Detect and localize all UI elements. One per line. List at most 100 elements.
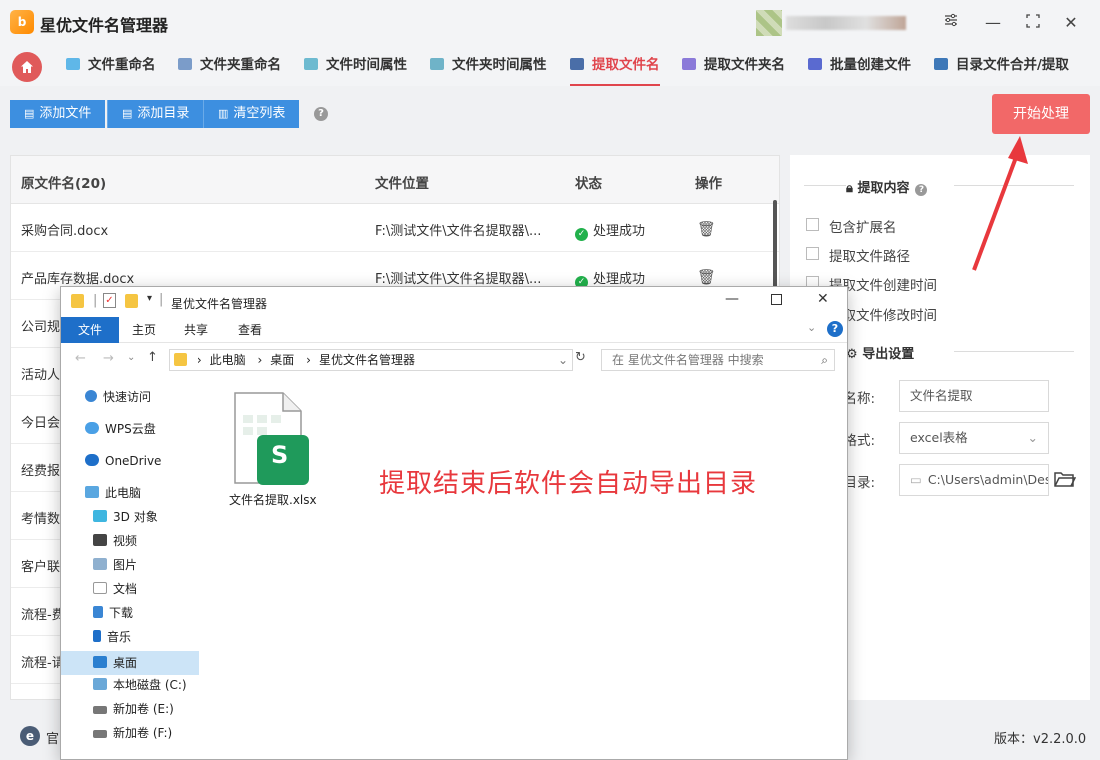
- nav-volume-e[interactable]: 新加卷 (E:): [93, 697, 174, 721]
- tab-batch-create[interactable]: 批量创建文件: [808, 46, 911, 86]
- new-folder-icon[interactable]: [125, 294, 138, 308]
- tab-extract-foldername[interactable]: 提取文件夹名: [682, 46, 785, 86]
- spreadsheet-badge: S: [271, 441, 289, 469]
- explorer-title: 星优文件名管理器: [171, 297, 268, 311]
- cloud-icon: [85, 422, 99, 434]
- nav-quick-access[interactable]: 快速访问: [85, 385, 151, 409]
- batch-create-icon: [808, 58, 822, 70]
- nav-local-disk-c[interactable]: 本地磁盘 (C:): [93, 673, 187, 697]
- search-icon: ⌕: [821, 353, 828, 367]
- close-button[interactable]: ✕: [1058, 10, 1084, 36]
- tab-bar: 文件重命名 文件夹重命名 文件时间属性 文件夹时间属性 提取文件名 提取文件夹名…: [0, 46, 1100, 86]
- browse-folder-icon[interactable]: [1054, 469, 1077, 493]
- header-filename: 原文件名(20): [21, 176, 107, 192]
- website-label[interactable]: 官: [46, 728, 59, 747]
- user-avatar[interactable]: [756, 10, 782, 36]
- drive-icon: [93, 706, 107, 714]
- explorer-maximize-button[interactable]: [771, 294, 782, 305]
- nav-3d-objects[interactable]: 3D 对象: [93, 505, 158, 529]
- table-row[interactable]: 采购合同.docx F:\测试文件\文件名提取器\... ✓ 处理成功 🗑: [11, 204, 779, 252]
- extract-content-title: 🔒︎ 提取内容?: [846, 177, 928, 196]
- add-file-button[interactable]: ▤ 添加文件: [10, 100, 106, 128]
- cell-status: ✓ 处理成功: [575, 220, 645, 241]
- header-status: 状态: [575, 176, 602, 192]
- properties-icon[interactable]: ✓: [103, 293, 116, 308]
- annotation-text: 提取结束后软件会自动导出目录: [379, 469, 758, 499]
- folder-rename-icon: [178, 58, 192, 70]
- cell-filename: 客户联: [21, 560, 61, 575]
- cell-filename: 流程-请: [21, 656, 65, 671]
- help-icon[interactable]: ?: [915, 184, 928, 196]
- cell-filename: 今日会: [21, 416, 61, 431]
- start-process-button[interactable]: 开始处理: [992, 94, 1090, 134]
- settings-sliders-icon[interactable]: [938, 10, 964, 36]
- delete-row-icon[interactable]: 🗑: [697, 220, 716, 238]
- tab-folder-rename[interactable]: 文件夹重命名: [178, 46, 281, 86]
- cell-filename: 流程-费: [21, 608, 65, 623]
- divider: [954, 351, 1074, 352]
- export-format-select[interactable]: excel表格 ⌄: [899, 422, 1049, 454]
- ribbon-tab-view[interactable]: 查看: [229, 317, 271, 343]
- version-label: 版本：v2.2.0.0: [994, 732, 1087, 747]
- ribbon-tab-file[interactable]: 文件: [61, 317, 119, 343]
- folder-outline-icon: ▭: [910, 472, 922, 487]
- extract-path-checkbox[interactable]: [806, 247, 819, 260]
- ribbon-tabs: 文件 主页 共享 查看 ⌄ ?: [61, 317, 847, 343]
- header-action: 操作: [695, 176, 722, 192]
- tab-extract-filename[interactable]: 提取文件名: [570, 46, 660, 86]
- tab-dir-merge[interactable]: 目录文件合并/提取: [934, 46, 1069, 86]
- help-icon[interactable]: ?: [827, 321, 843, 337]
- explorer-close-button[interactable]: ✕: [817, 291, 829, 307]
- website-icon[interactable]: e: [20, 726, 40, 746]
- nav-volume-f[interactable]: 新加卷 (F:): [93, 721, 172, 745]
- expand-ribbon-icon[interactable]: ⌄: [807, 321, 816, 334]
- up-arrow-icon[interactable]: ↑: [147, 350, 158, 365]
- help-icon[interactable]: ?: [314, 107, 328, 121]
- tab-file-time[interactable]: 文件时间属性: [304, 46, 407, 86]
- explorer-minimize-button[interactable]: —: [725, 291, 739, 307]
- search-input[interactable]: 在 星优文件名管理器 中搜索 ⌕: [601, 349, 835, 371]
- home-button[interactable]: [12, 52, 42, 82]
- lock-icon: 🔒︎: [846, 181, 853, 196]
- clear-list-button[interactable]: ▥ 清空列表: [203, 100, 300, 128]
- cell-location: F:\测试文件\文件名提取器\...: [375, 224, 542, 239]
- export-name-input[interactable]: 文件名提取: [899, 380, 1049, 412]
- xlsx-file-icon[interactable]: S: [233, 391, 313, 487]
- export-dir-input[interactable]: ▭ C:\Users\admin\Des: [899, 464, 1049, 496]
- chevron-down-icon[interactable]: ⌄: [558, 350, 568, 370]
- nav-music[interactable]: 音乐: [93, 625, 131, 649]
- nav-this-pc[interactable]: 此电脑: [85, 481, 141, 505]
- folder-time-icon: [430, 58, 444, 70]
- nav-onedrive[interactable]: OneDrive: [85, 449, 161, 473]
- add-dir-button[interactable]: ▤ 添加目录: [107, 100, 204, 128]
- file-name[interactable]: 文件名提取.xlsx: [229, 491, 317, 508]
- file-time-icon: [304, 58, 318, 70]
- ribbon-tab-share[interactable]: 共享: [175, 317, 217, 343]
- extract-filename-icon: [570, 58, 584, 70]
- nav-downloads[interactable]: 下载: [93, 601, 133, 625]
- folder-icon: [174, 353, 187, 366]
- home-icon: [21, 61, 33, 73]
- delete-row-icon[interactable]: 🗑: [697, 268, 716, 286]
- ribbon-tab-home[interactable]: 主页: [123, 317, 165, 343]
- picture-icon: [93, 558, 107, 570]
- export-settings-title: ⚙ 导出设置: [846, 347, 915, 362]
- nav-pictures[interactable]: 图片: [93, 553, 137, 577]
- nav-documents[interactable]: 文档: [93, 577, 137, 601]
- include-extension-checkbox[interactable]: [806, 218, 819, 231]
- address-input[interactable]: › 此电脑 › 桌面 › 星优文件名管理器 ⌄: [169, 349, 573, 371]
- refresh-icon[interactable]: ↻: [575, 350, 586, 365]
- tab-file-rename[interactable]: 文件重命名: [66, 46, 156, 86]
- recent-dropdown-icon[interactable]: ⌄: [127, 352, 135, 363]
- check-icon: ✓: [575, 228, 588, 241]
- forward-arrow-icon[interactable]: →: [103, 351, 114, 366]
- nav-wps-cloud[interactable]: WPS云盘: [85, 417, 156, 441]
- back-arrow-icon[interactable]: ←: [75, 351, 86, 366]
- quick-access-dropdown-icon[interactable]: ▾: [147, 293, 152, 304]
- chevron-down-icon: ⌄: [1027, 430, 1038, 445]
- nav-videos[interactable]: 视频: [93, 529, 137, 553]
- nav-desktop[interactable]: 桌面: [61, 651, 199, 675]
- minimize-button[interactable]: —: [980, 10, 1006, 36]
- maximize-button[interactable]: [1020, 10, 1046, 36]
- tab-folder-time[interactable]: 文件夹时间属性: [430, 46, 547, 86]
